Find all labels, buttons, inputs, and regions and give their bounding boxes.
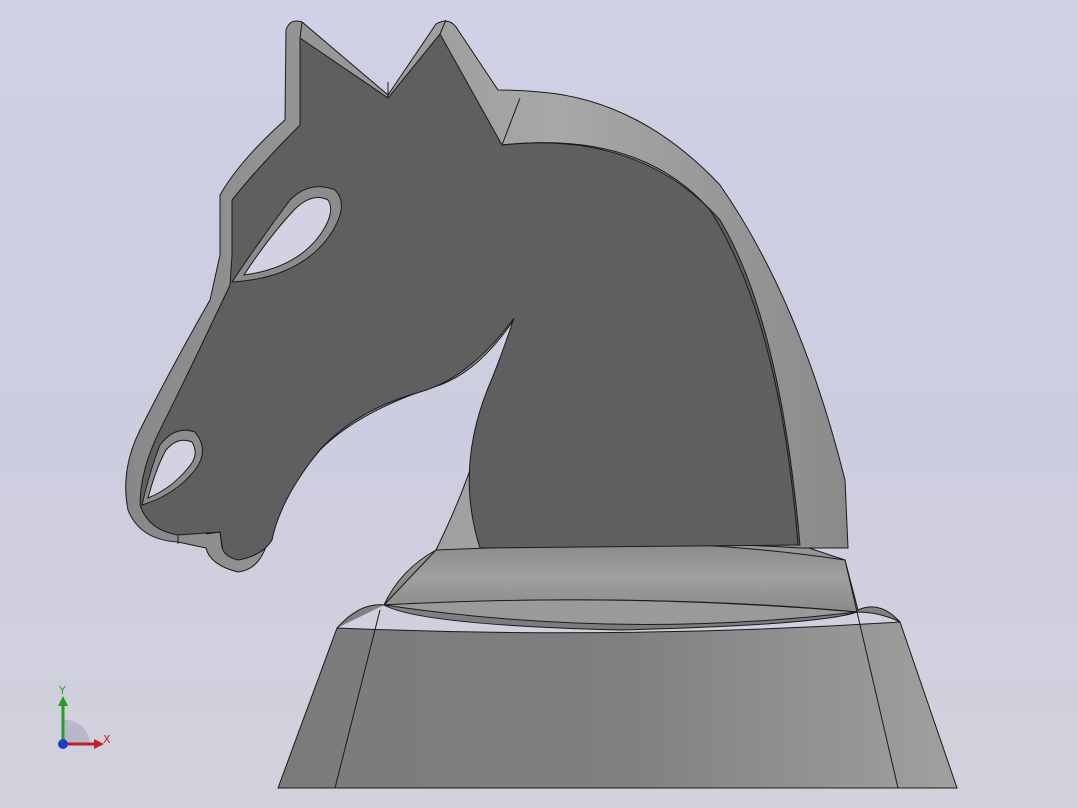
y-axis-arrow bbox=[58, 696, 68, 706]
axis-triad: Y X bbox=[58, 684, 111, 749]
head-flat-face bbox=[139, 33, 801, 561]
model-view[interactable] bbox=[0, 0, 1078, 808]
base-body bbox=[277, 621, 958, 789]
triad-shadow bbox=[63, 719, 90, 744]
3d-viewport[interactable]: Y X bbox=[0, 0, 1078, 808]
x-axis-label: X bbox=[103, 733, 111, 746]
y-axis-label: Y bbox=[58, 684, 66, 697]
origin-dot bbox=[58, 739, 68, 749]
